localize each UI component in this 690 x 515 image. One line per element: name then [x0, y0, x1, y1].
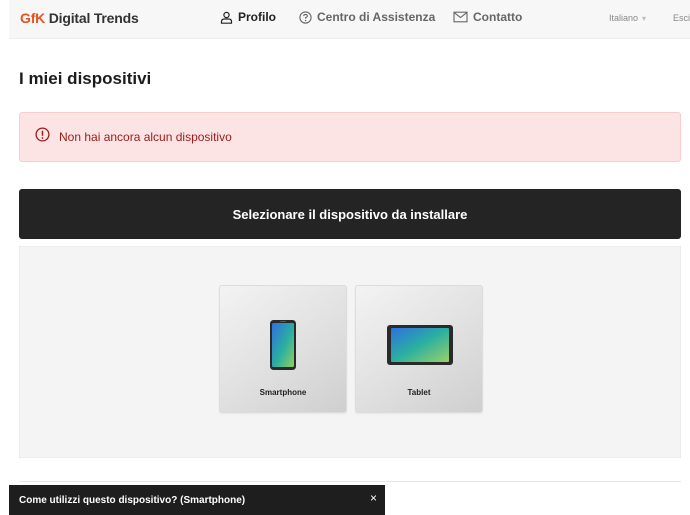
nav-contact-label: Contatto	[473, 10, 523, 24]
brand-logo[interactable]: GfK Digital Trends	[20, 10, 139, 26]
chevron-down-icon: ▾	[642, 14, 647, 23]
footer-divider	[19, 481, 681, 482]
page-title: I miei dispositivi	[19, 69, 152, 88]
smartphone-icon	[270, 320, 296, 370]
logout-link[interactable]: Esci	[673, 13, 690, 23]
close-icon[interactable]: ×	[370, 491, 377, 505]
nav-help-label: Centro di Assistenza	[317, 10, 436, 24]
smartphone-label: Smartphone	[259, 388, 307, 397]
top-navigation-bar: GfK Digital Trends Profilo Centro di Ass…	[9, 0, 690, 39]
help-icon	[299, 10, 312, 24]
tablet-option[interactable]: Tablet	[355, 285, 483, 413]
alert-icon	[35, 127, 50, 147]
nav-contact[interactable]: Contatto	[453, 10, 522, 24]
nav-profile[interactable]: Profilo	[220, 10, 276, 24]
device-selection-panel: Smartphone Tablet	[19, 246, 681, 458]
language-selector[interactable]: Italiano ▾	[609, 13, 646, 23]
brand-logo-name: Digital Trends	[45, 10, 139, 26]
language-label: Italiano	[609, 13, 639, 23]
nav-help-center[interactable]: Centro di Assistenza	[299, 10, 435, 24]
device-usage-toast[interactable]: Come utilizzi questo dispositivo? (Smart…	[9, 485, 385, 515]
tablet-icon	[387, 325, 453, 365]
alert-text: Non hai ancora alcun dispositivo	[59, 130, 232, 144]
smartphone-option[interactable]: Smartphone	[219, 285, 347, 413]
brand-logo-gfk: GfK	[20, 10, 46, 26]
tablet-label: Tablet	[407, 388, 431, 397]
mail-icon	[453, 11, 468, 23]
select-device-header: Selezionare il dispositivo da installare	[19, 189, 681, 239]
toast-text: Come utilizzi questo dispositivo? (Smart…	[19, 494, 246, 506]
nav-profile-label: Profilo	[238, 10, 276, 24]
no-devices-alert: Non hai ancora alcun dispositivo	[19, 112, 681, 162]
user-icon	[220, 11, 233, 24]
